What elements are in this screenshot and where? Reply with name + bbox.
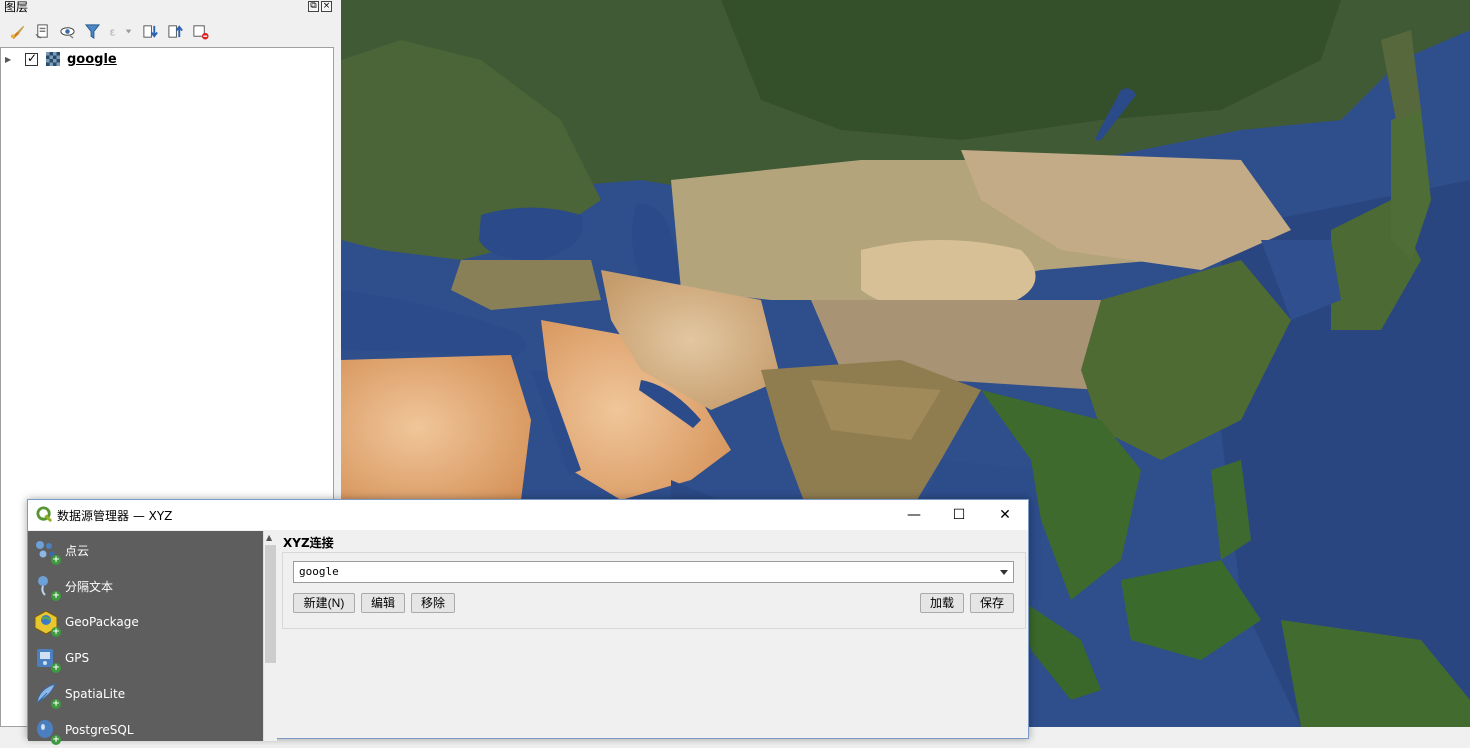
- new-connection-button[interactable]: 新建(N): [293, 593, 355, 613]
- close-icon[interactable]: ✕: [994, 504, 1016, 526]
- float-panel-icon[interactable]: ⧉: [308, 1, 319, 12]
- layers-toolbar: ε: [6, 20, 211, 42]
- provider-item-postgresql[interactable]: + PostgreSQL: [28, 712, 263, 748]
- connection-select[interactable]: google: [293, 561, 1014, 583]
- provider-label: 点云: [65, 543, 90, 558]
- svg-text:ε: ε: [110, 26, 116, 38]
- xyz-connections-group: google 新建(N) 编辑 移除 加载 保存: [282, 552, 1026, 629]
- spatialite-icon: +: [33, 681, 61, 709]
- remove-connection-button[interactable]: 移除: [411, 593, 455, 613]
- gps-icon: +: [33, 645, 61, 673]
- chevron-down-icon: [1000, 570, 1008, 575]
- provider-item-point-cloud[interactable]: + 点云: [28, 532, 263, 568]
- maximize-icon[interactable]: ☐: [948, 504, 970, 526]
- scrollbar-thumb[interactable]: [265, 545, 276, 663]
- add-group-icon[interactable]: [31, 20, 53, 42]
- geopackage-icon: +: [33, 609, 61, 637]
- filter-icon[interactable]: [81, 20, 103, 42]
- edit-connection-button[interactable]: 编辑: [361, 593, 405, 613]
- provider-label: PostgreSQL: [65, 723, 134, 737]
- provider-item-gps[interactable]: + GPS: [28, 640, 263, 676]
- save-connections-button[interactable]: 保存: [970, 593, 1014, 613]
- eye-visibility-icon[interactable]: [56, 20, 78, 42]
- style-brush-icon[interactable]: [6, 20, 28, 42]
- remove-layer-icon[interactable]: [189, 20, 211, 42]
- layer-item-google[interactable]: ▶ google: [5, 51, 117, 67]
- provider-label: GeoPackage: [65, 615, 139, 629]
- collapse-all-icon[interactable]: [164, 20, 186, 42]
- layers-panel-title: 图层: [4, 0, 29, 14]
- layer-visibility-checkbox[interactable]: [25, 51, 38, 66]
- layer-name: google: [67, 51, 117, 67]
- provider-item-geopackage[interactable]: + GeoPackage: [28, 604, 263, 640]
- provider-item-delimited-text[interactable]: + 分隔文本: [28, 568, 263, 604]
- scroll-up-icon[interactable]: ▲: [266, 533, 272, 542]
- provider-label: SpatiaLite: [65, 687, 126, 701]
- expand-all-icon[interactable]: [139, 20, 161, 42]
- dialog-titlebar: 数据源管理器 — XYZ — ☐ ✕: [28, 500, 1028, 530]
- delimited-text-icon: +: [33, 573, 61, 601]
- minimize-icon[interactable]: —: [903, 504, 925, 526]
- load-connections-button[interactable]: 加载: [920, 593, 964, 613]
- data-source-manager-dialog: 数据源管理器 — XYZ — ☐ ✕ + 点云 + 分隔文本 + GeoPack…: [27, 499, 1029, 745]
- qgis-logo-icon: [36, 506, 53, 523]
- expand-arrow-icon[interactable]: ▶: [5, 55, 15, 64]
- raster-layer-icon: [46, 52, 60, 66]
- provider-label: GPS: [65, 651, 90, 665]
- close-panel-icon[interactable]: ×: [321, 1, 332, 12]
- filter-expression-icon[interactable]: ε: [106, 20, 136, 42]
- provider-list: + 点云 + 分隔文本 + GeoPackage + GPS + SpatiaL…: [28, 531, 263, 745]
- dialog-title: 数据源管理器 — XYZ: [57, 509, 173, 523]
- connection-select-value: google: [299, 565, 339, 578]
- postgresql-icon: +: [33, 717, 61, 745]
- provider-item-spatialite[interactable]: + SpatiaLite: [28, 676, 263, 712]
- point-cloud-icon: +: [33, 537, 61, 565]
- xyz-connections-label: XYZ连接: [283, 536, 334, 550]
- layers-panel-titlebar: 图层 ⧉ ×: [0, 0, 337, 14]
- provider-label: 分隔文本: [65, 579, 114, 594]
- provider-list-scrollbar[interactable]: ▲: [263, 531, 277, 741]
